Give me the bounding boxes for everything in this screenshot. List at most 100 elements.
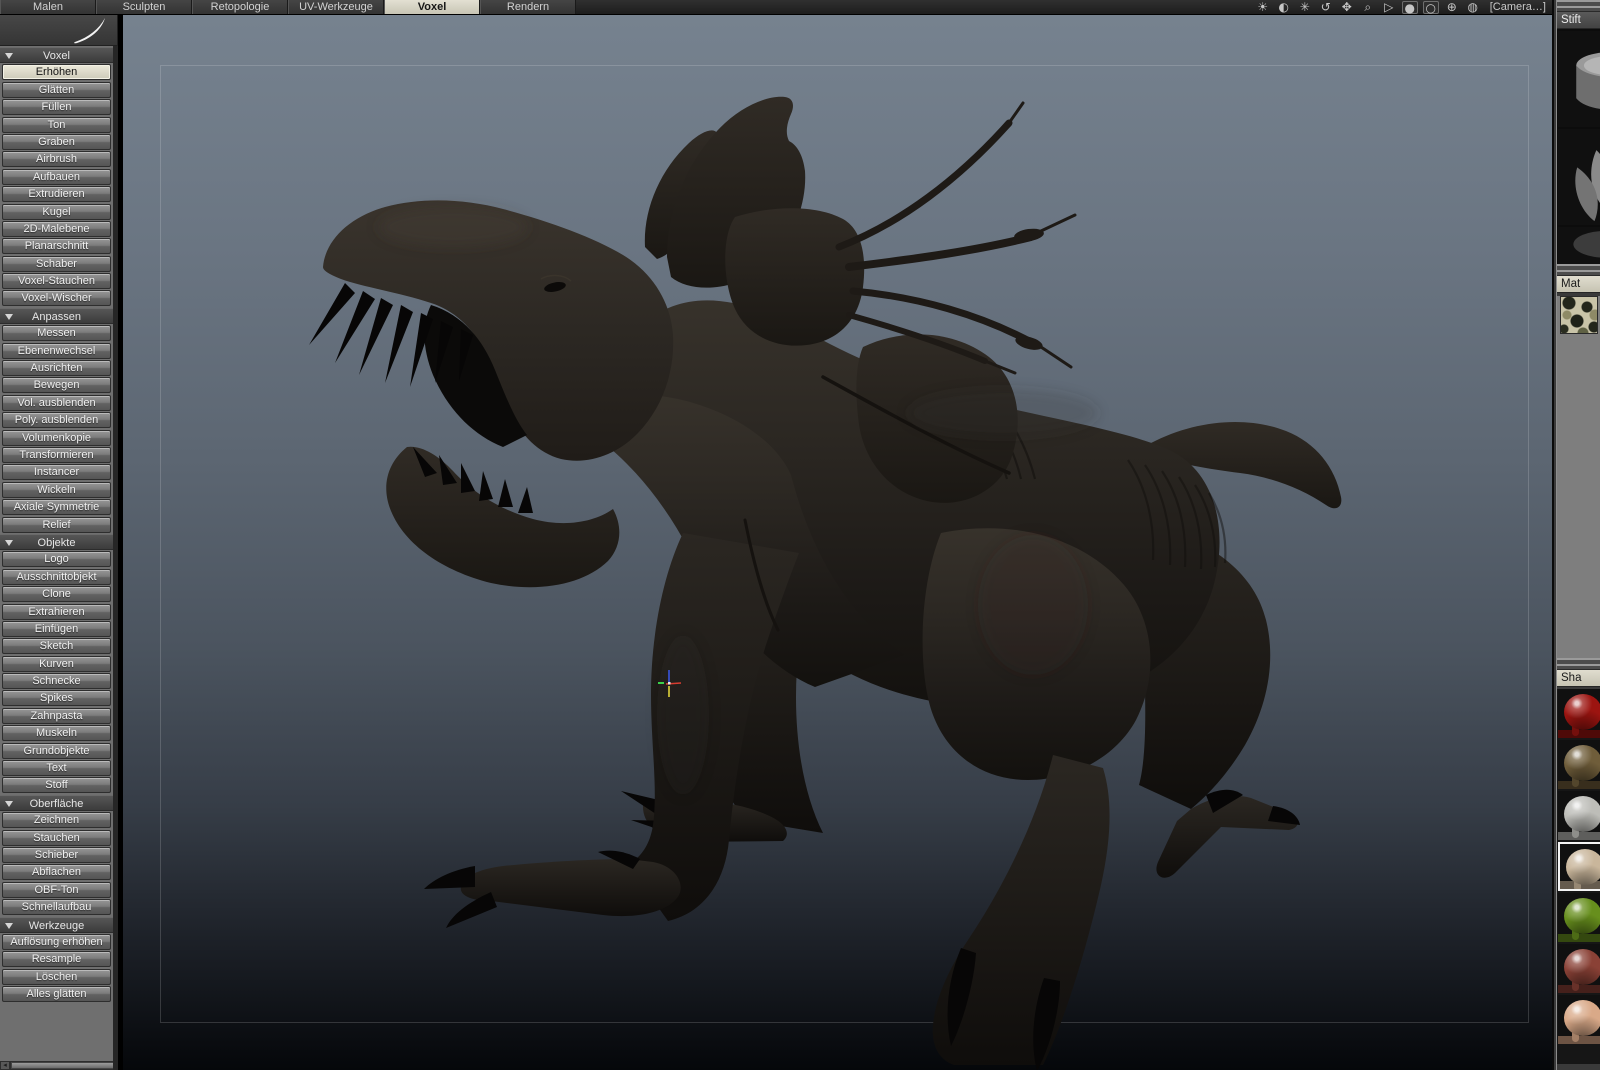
tool-button-messen[interactable]: Messen <box>2 325 111 342</box>
tab-uv-werkzeuge[interactable]: UV-Werkzeuge <box>288 0 384 14</box>
section-header-anpassen[interactable]: Anpassen <box>0 307 113 324</box>
tab-voxel[interactable]: Voxel <box>384 0 480 14</box>
collapse-arrow-icon <box>5 922 13 929</box>
material-camouflage[interactable] <box>1560 296 1598 334</box>
tool-button-volumenkopie[interactable]: Volumenkopie <box>2 429 111 446</box>
tool-button-aufbauen[interactable]: Aufbauen <box>2 168 111 185</box>
tool-button-resample[interactable]: Resample <box>2 951 111 968</box>
tool-button-extrahieren[interactable]: Extrahieren <box>2 603 111 620</box>
shaders-panel-header[interactable]: Sha <box>1557 670 1600 687</box>
camera-mode-label[interactable]: [Camera…] <box>1486 1 1546 13</box>
shader-green[interactable] <box>1558 893 1600 942</box>
tool-button-graben[interactable]: Graben <box>2 133 111 150</box>
tool-button-schnecke[interactable]: Schnecke <box>2 673 111 690</box>
rotate-view-icon[interactable]: ↺ <box>1318 0 1334 14</box>
tool-button-logo[interactable]: Logo <box>2 551 111 568</box>
contrast-icon[interactable]: ◐ <box>1276 0 1292 14</box>
shader-skin-peach[interactable] <box>1558 995 1600 1044</box>
tool-button-extrudieren[interactable]: Extrudieren <box>2 186 111 203</box>
tab-retopologie[interactable]: Retopologie <box>192 0 288 14</box>
tool-button-relief[interactable]: Relief <box>2 516 111 533</box>
tool-button-ton[interactable]: Ton <box>2 116 111 133</box>
pointer-mode-icon[interactable]: ▷ <box>1381 0 1397 14</box>
tool-button-grundobjekte[interactable]: Grundobjekte <box>2 742 111 759</box>
brightness-icon[interactable]: ☀ <box>1255 0 1271 14</box>
section-header-werkzeuge[interactable]: Werkzeuge <box>0 916 113 933</box>
wire-sphere-toggle-icon[interactable]: ○ <box>1422 0 1439 14</box>
section-header-oberfläche[interactable]: Oberfläche <box>0 794 113 811</box>
pan-view-icon[interactable]: ✥ <box>1339 0 1355 14</box>
sidebar-horizontal-scrollbar[interactable]: ◂ <box>0 1061 113 1070</box>
shader-red-glossy[interactable] <box>1558 689 1600 738</box>
shader-sphere-preview <box>1564 796 1600 832</box>
tool-button-wickeln[interactable]: Wickeln <box>2 481 111 498</box>
tool-button-voxel-stauchen[interactable]: Voxel-Stauchen <box>2 273 111 290</box>
tool-button-schnellaufbau[interactable]: Schnellaufbau <box>2 899 111 916</box>
focus-point-icon[interactable]: ⊕ <box>1444 0 1460 14</box>
pen-preview-petals[interactable] <box>1558 129 1600 225</box>
right-dock: Stift Mat Sha <box>1552 0 1600 1070</box>
tab-rendern[interactable]: Rendern <box>480 0 576 14</box>
tool-button-instancer[interactable]: Instancer <box>2 464 111 481</box>
shader-maroon[interactable] <box>1558 944 1600 993</box>
tool-button-kugel[interactable]: Kugel <box>2 203 111 220</box>
tool-button-ausschnittobjekt[interactable]: Ausschnittobjekt <box>2 568 111 585</box>
tool-button-spikes[interactable]: Spikes <box>2 690 111 707</box>
tool-button-zeichnen[interactable]: Zeichnen <box>2 812 111 829</box>
materials-panel-header[interactable]: Mat <box>1557 276 1600 293</box>
tool-button-2d-malebene[interactable]: 2D-Malebene <box>2 220 111 237</box>
tool-button-voxel-wischer[interactable]: Voxel-Wischer <box>2 290 111 307</box>
glare-icon[interactable]: ✳ <box>1297 0 1313 14</box>
tool-button-obf-ton[interactable]: OBF-Ton <box>2 881 111 898</box>
tool-button-kurven[interactable]: Kurven <box>2 655 111 672</box>
tool-button-stauchen[interactable]: Stauchen <box>2 829 111 846</box>
tool-button-planarschnitt[interactable]: Planarschnitt <box>2 238 111 255</box>
pen-preview-dark[interactable] <box>1558 227 1600 264</box>
tool-button-schaber[interactable]: Schaber <box>2 255 111 272</box>
tool-button-ausrichten[interactable]: Ausrichten <box>2 360 111 377</box>
materials-panel <box>1557 296 1600 658</box>
tool-button-zahnpasta[interactable]: Zahnpasta <box>2 707 111 724</box>
pen-preview-cylinder[interactable] <box>1558 31 1600 127</box>
tool-button-clone[interactable]: Clone <box>2 586 111 603</box>
tool-button-ebenenwechsel[interactable]: Ebenenwechsel <box>2 342 111 359</box>
tool-button-einfügen[interactable]: Einfügen <box>2 620 111 637</box>
tool-button-füllen[interactable]: Füllen <box>2 99 111 116</box>
tool-button-text[interactable]: Text <box>2 760 111 777</box>
tool-button-erhöhen[interactable]: Erhöhen <box>2 64 111 81</box>
section-header-voxel[interactable]: Voxel <box>0 47 113 63</box>
section-header-objekte[interactable]: Objekte <box>0 533 113 550</box>
panel-splitter[interactable] <box>1557 264 1600 276</box>
panel-splitter[interactable] <box>1557 658 1600 670</box>
tool-button-sketch[interactable]: Sketch <box>2 638 111 655</box>
tool-button-alles-glätten[interactable]: Alles glätten <box>2 986 111 1003</box>
tool-button-transformieren[interactable]: Transformieren <box>2 446 111 463</box>
shader-white-stone[interactable] <box>1558 791 1600 840</box>
zoom-view-icon[interactable]: ⌕ <box>1360 0 1376 14</box>
tool-button-schieber[interactable]: Schieber <box>2 846 111 863</box>
tool-button-glätten[interactable]: Glätten <box>2 81 111 98</box>
trackball-icon[interactable]: ◍ <box>1465 0 1481 14</box>
active-brush-preview[interactable] <box>0 15 118 46</box>
scrollbar-thumb[interactable] <box>11 1062 113 1069</box>
shader-gold-stone[interactable] <box>1558 740 1600 789</box>
tool-button-poly-ausblenden[interactable]: Poly. ausblenden <box>2 412 111 429</box>
tool-button-bewegen[interactable]: Bewegen <box>2 377 111 394</box>
viewport-3d[interactable] <box>123 15 1552 1070</box>
pens-panel-header[interactable]: Stift <box>1557 12 1600 29</box>
shader-floor <box>1558 730 1600 738</box>
tab-malen[interactable]: Malen <box>0 0 96 14</box>
tool-button-auflösung-erhöhen[interactable]: Auflösung erhöhen <box>2 933 111 950</box>
tool-button-abflachen[interactable]: Abflachen <box>2 864 111 881</box>
tool-button-axiale-symmetrie[interactable]: Axiale Symmetrie <box>2 499 111 516</box>
tool-button-stoff[interactable]: Stoff <box>2 777 111 794</box>
tool-button-löschen[interactable]: Löschen <box>2 968 111 985</box>
scroll-left-arrow-icon[interactable]: ◂ <box>1 1062 9 1069</box>
panel-grip[interactable] <box>1557 0 1600 12</box>
tool-button-vol-ausblenden[interactable]: Vol. ausblenden <box>2 394 111 411</box>
tab-sculpten[interactable]: Sculpten <box>96 0 192 14</box>
tool-button-airbrush[interactable]: Airbrush <box>2 151 111 168</box>
tool-button-muskeln[interactable]: Muskeln <box>2 725 111 742</box>
shader-clay-beige[interactable] <box>1558 842 1600 891</box>
shaded-sphere-toggle-icon[interactable]: ● <box>1401 0 1418 14</box>
